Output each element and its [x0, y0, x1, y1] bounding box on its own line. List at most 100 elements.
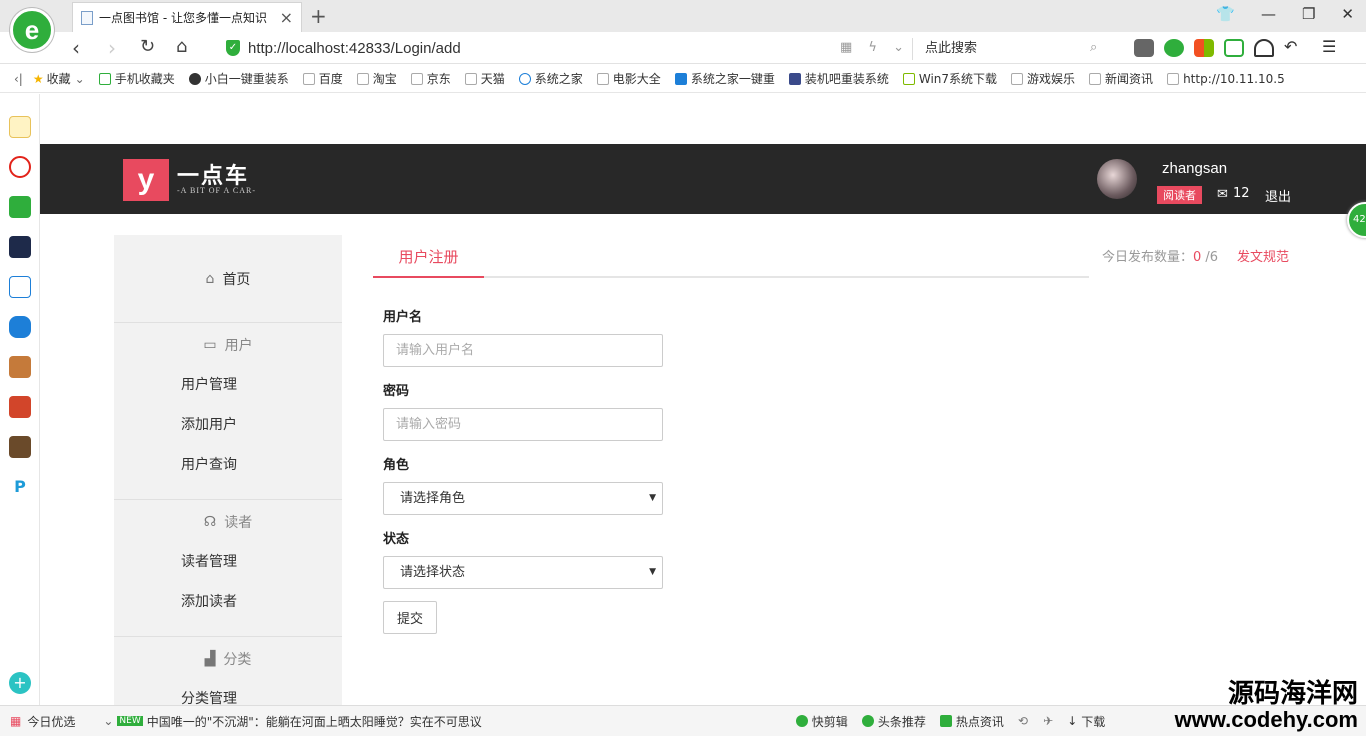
- news-icon: [939, 715, 952, 727]
- logout-link[interactable]: 退出: [1265, 186, 1291, 205]
- fav-item[interactable]: ★ 收藏 ⌄: [33, 70, 85, 87]
- username[interactable]: zhangsan: [1162, 160, 1227, 177]
- today-picks[interactable]: ▦ 今日优选: [10, 713, 75, 730]
- username-label: 用户名: [383, 310, 423, 325]
- status-misc-icons[interactable]: ⟲ ✈: [1018, 714, 1053, 728]
- password-input[interactable]: [383, 408, 663, 441]
- status-headlines[interactable]: 头条推荐: [861, 713, 926, 730]
- status-download[interactable]: ↓ 下载: [1067, 713, 1105, 730]
- role-select[interactable]: 请选择角色 ▼: [383, 482, 663, 515]
- game-app-icon[interactable]: [9, 356, 31, 378]
- sidebar-group-users: ▭ 用户 用户管理 添加用户 用户查询: [114, 325, 342, 500]
- maximize-icon[interactable]: ❐: [1302, 5, 1315, 23]
- shield-icon: ✓: [226, 40, 240, 56]
- chat-bubble-icon[interactable]: [9, 316, 31, 338]
- undo-icon[interactable]: ↶: [1284, 39, 1304, 57]
- game-app-icon[interactable]: [9, 396, 31, 418]
- role-badge: 阅读者: [1157, 186, 1202, 204]
- battery-icon[interactable]: [1224, 39, 1244, 57]
- fav-item[interactable]: Win7系统下载: [902, 70, 997, 87]
- chat-icon[interactable]: [1164, 39, 1184, 57]
- sidebar-item-user-manage[interactable]: 用户管理: [114, 365, 342, 405]
- role-label: 角色: [383, 458, 410, 473]
- home-icon[interactable]: ⌂: [176, 36, 187, 57]
- logo-icon[interactable]: y: [123, 159, 169, 201]
- chart-icon: ▟: [204, 651, 216, 667]
- fav-item[interactable]: 天猫: [464, 70, 505, 87]
- p-app-icon[interactable]: P: [9, 476, 31, 498]
- status-label: 状态: [383, 532, 410, 547]
- menu-icon[interactable]: ☰: [1322, 39, 1342, 57]
- news-ticker[interactable]: ⌄ NEW 中国唯一的"不沉湖"：能躺在河面上晒太阳睡觉？实在不可思议: [103, 713, 481, 730]
- status-quick-edit[interactable]: 快剪辑: [795, 713, 848, 730]
- play-icon: [861, 715, 874, 727]
- site-icon: [788, 72, 801, 85]
- browser-sidebar: P +: [0, 94, 40, 706]
- submit-button[interactable]: 提交: [383, 601, 437, 634]
- sidebar-item-add-user[interactable]: 添加用户: [114, 405, 342, 445]
- fav-item[interactable]: 系统之家: [518, 70, 583, 87]
- browser-search-input[interactable]: 点此搜索: [912, 38, 1112, 60]
- sidebar-item-category-manage[interactable]: 分类管理: [114, 679, 342, 705]
- fav-item[interactable]: 新闻资讯: [1089, 70, 1153, 87]
- phone-icon: [98, 72, 111, 85]
- game-app-icon[interactable]: [9, 436, 31, 458]
- add-app-icon[interactable]: +: [9, 672, 31, 694]
- doc-icon[interactable]: [9, 276, 31, 298]
- site-icon: [188, 72, 201, 85]
- download-icon: ↓: [1067, 714, 1078, 728]
- message-count[interactable]: 12: [1233, 186, 1250, 201]
- new-tab-icon[interactable]: +: [310, 4, 327, 28]
- status-select[interactable]: 请选择状态 ▼: [383, 556, 663, 589]
- username-input[interactable]: [383, 334, 663, 367]
- fav-item[interactable]: 淘宝: [356, 70, 397, 87]
- register-form: 用户名 密码 角色 请选择角色 ▼ 状态 请选择状态 ▼ 提交: [383, 304, 663, 634]
- tab-user-register[interactable]: 用户注册: [373, 237, 484, 278]
- site-watermark: 源码海洋网 www.codehy.com: [1174, 679, 1358, 732]
- headphone-icon[interactable]: [1254, 39, 1274, 57]
- address-bar[interactable]: ✓ http://localhost:42833/Login/add: [226, 36, 906, 60]
- close-tab-icon[interactable]: ×: [280, 8, 293, 27]
- mail-icon[interactable]: [9, 196, 31, 218]
- fav-item[interactable]: 系统之家一键重: [674, 70, 775, 87]
- minimize-icon[interactable]: —: [1261, 5, 1276, 23]
- posting-rules-link[interactable]: 发文规范: [1237, 246, 1289, 265]
- fav-item[interactable]: 手机收藏夹: [98, 70, 175, 87]
- refresh-icon[interactable]: ↻: [140, 36, 155, 57]
- sidebar-item-add-reader[interactable]: 添加读者: [114, 582, 342, 622]
- news-app-icon[interactable]: [9, 236, 31, 258]
- apps-icon[interactable]: [1194, 39, 1214, 57]
- fav-item[interactable]: http://10.11.10.5: [1167, 72, 1285, 86]
- chevron-down-icon: ⌄: [74, 71, 85, 86]
- search-icon[interactable]: ⌕: [1090, 40, 1097, 55]
- page-icon: [464, 72, 477, 85]
- sidebar-item-user-query[interactable]: 用户查询: [114, 445, 342, 485]
- collapse-icon[interactable]: ‹|: [14, 72, 23, 86]
- fav-item[interactable]: 小白一键重装系: [188, 70, 289, 87]
- fav-item[interactable]: 装机吧重装系统: [788, 70, 889, 87]
- browser-logo-icon: e: [10, 8, 54, 52]
- mail-icon[interactable]: ✉: [1217, 187, 1228, 202]
- sidebar-item-home[interactable]: ⌂ 首页: [114, 235, 342, 323]
- tab-title: 一点图书馆 - 让您多懂一点知识: [99, 11, 267, 25]
- fav-item[interactable]: 游戏娱乐: [1011, 70, 1075, 87]
- fav-item[interactable]: 百度: [302, 70, 343, 87]
- status-hot-news[interactable]: 热点资讯: [939, 713, 1004, 730]
- sidebar-item-reader-manage[interactable]: 读者管理: [114, 542, 342, 582]
- browser-tab[interactable]: 一点图书馆 - 让您多懂一点知识 ×: [72, 2, 302, 32]
- fav-item[interactable]: 电影大全: [596, 70, 661, 87]
- game-icon[interactable]: [1134, 39, 1154, 57]
- qr-lightning-icons[interactable]: ▦ ϟ ⌄: [840, 40, 910, 55]
- avatar[interactable]: [1097, 159, 1137, 199]
- back-icon[interactable]: ‹: [72, 36, 80, 60]
- favorites-star-icon[interactable]: [9, 116, 31, 138]
- forward-icon[interactable]: ›: [108, 36, 116, 60]
- skin-icon[interactable]: 👕: [1216, 5, 1235, 23]
- page-icon: [1011, 72, 1024, 85]
- weibo-icon[interactable]: [9, 156, 31, 178]
- sidebar-group-categories: ▟ 分类 分类管理: [114, 639, 342, 705]
- chevron-down-icon: ⌄: [103, 714, 114, 728]
- page-icon: [356, 72, 369, 85]
- fav-item[interactable]: 京东: [410, 70, 451, 87]
- close-window-icon[interactable]: ✕: [1341, 5, 1354, 23]
